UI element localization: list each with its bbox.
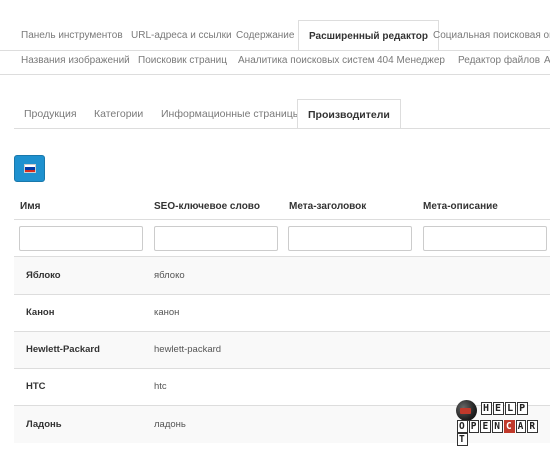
subtab-products[interactable]: Продукция — [24, 108, 77, 120]
tab-social-seo[interactable]: Социальная поисковая оптим — [433, 30, 550, 41]
table-row-keyword[interactable]: канон — [154, 307, 179, 318]
column-header-seo-keyword: SEO-ключевое слово — [154, 201, 260, 212]
main-tabs-row-2: Названия изображений Поисковик страниц А… — [0, 50, 550, 75]
main-tabs-row-1: Панель инструментов URL-адреса и ссылки … — [0, 20, 550, 50]
table-row-keyword[interactable]: hewlett-packard — [154, 344, 221, 355]
table-row-name: Hewlett-Packard — [26, 344, 100, 355]
table-row-bg — [14, 257, 550, 294]
helpopencart-watermark: HELP O P E N C A RT — [455, 398, 550, 446]
column-header-name: Имя — [20, 201, 41, 212]
row-divider — [14, 294, 550, 295]
helpopencart-logo-icon — [456, 400, 477, 421]
header-divider — [14, 219, 550, 220]
tab-search-analytics[interactable]: Аналитика поисковых систем — [238, 55, 375, 66]
subtab-categories[interactable]: Категории — [94, 108, 143, 120]
table-row-keyword[interactable]: яблоко — [154, 270, 185, 281]
tab-page-crawler[interactable]: Поисковик страниц — [138, 55, 227, 66]
tab-content[interactable]: Содержание — [236, 30, 294, 41]
russian-flag-icon — [23, 164, 36, 173]
tab-urls-links[interactable]: URL-адреса и ссылки — [131, 30, 232, 41]
watermark-opencart-text: O P E N C A RT — [457, 420, 539, 446]
table-row-name: Ладонь — [26, 419, 62, 430]
tab-file-editor[interactable]: Редактор файлов — [458, 55, 540, 66]
tab-image-names[interactable]: Названия изображений — [21, 55, 130, 66]
language-button[interactable] — [14, 155, 45, 182]
row-divider — [14, 368, 550, 369]
table-row-keyword[interactable]: ладонь — [154, 419, 186, 430]
table-row-name: Яблоко — [26, 270, 61, 281]
subtab-manufacturers[interactable]: Производители — [297, 99, 401, 129]
filter-meta-title-input[interactable] — [288, 226, 412, 251]
tab-overflow[interactable]: А — [544, 55, 550, 66]
tabs-row-2-border — [0, 74, 550, 75]
column-header-meta-title: Мета-заголовок — [289, 201, 367, 212]
subtab-information-pages[interactable]: Информационные страницы — [161, 108, 300, 120]
sub-tabs: Продукция Категории Информационные стран… — [14, 99, 550, 129]
filter-keyword-input[interactable] — [154, 226, 278, 251]
column-header-meta-description: Мета-описание — [423, 201, 498, 212]
table-row-name: Канон — [26, 307, 55, 318]
table-row-name: HTC — [26, 381, 46, 392]
table-row-keyword[interactable]: htc — [154, 381, 167, 392]
tab-404-manager[interactable]: 404 Менеджер — [377, 55, 445, 66]
sub-tabs-border — [14, 128, 550, 129]
watermark-help-text: HELP — [481, 402, 529, 415]
tab-advanced-editor[interactable]: Расширенный редактор — [298, 20, 439, 50]
tab-dashboard[interactable]: Панель инструментов — [21, 30, 123, 41]
filter-meta-description-input[interactable] — [423, 226, 547, 251]
filter-name-input[interactable] — [19, 226, 143, 251]
